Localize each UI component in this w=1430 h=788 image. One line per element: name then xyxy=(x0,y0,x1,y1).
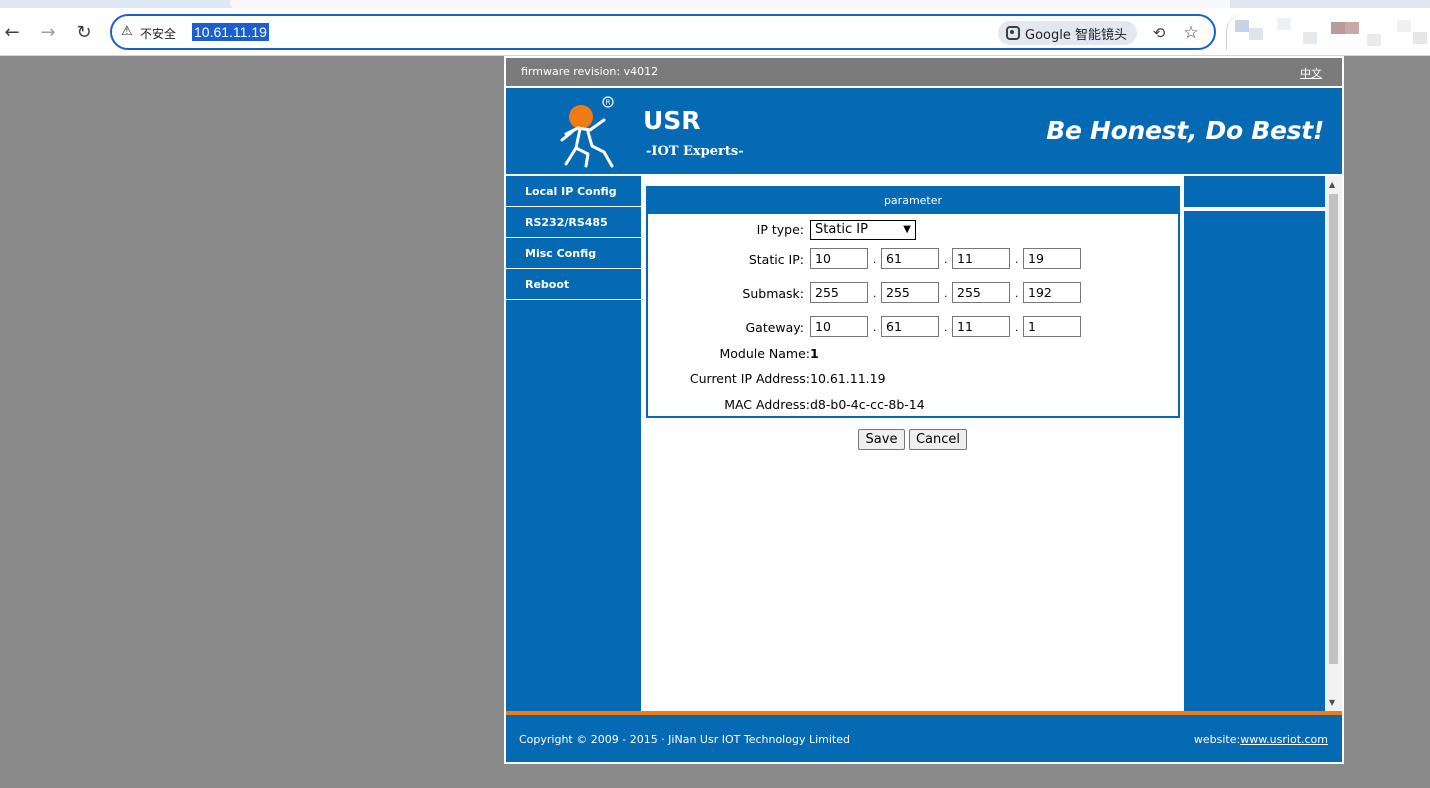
submask-row: Submask: 255 . 255 . 255 . 192 xyxy=(648,282,1178,306)
current-ip-row: Current IP Address: 10.61.11.19 xyxy=(648,367,1178,391)
static-ip-row: Static IP: 10 . 61 . 11 . 19 xyxy=(648,248,1178,272)
translate-icon[interactable]: ⟲ xyxy=(1148,22,1170,44)
scrollbar[interactable]: ▲ ▼ xyxy=(1325,176,1342,711)
save-button[interactable]: Save xyxy=(858,429,905,450)
lens-label: Google 智能镜头 xyxy=(1025,27,1127,43)
website-info: website:www.usriot.com xyxy=(1194,733,1328,746)
module-name-label: Module Name: xyxy=(719,346,810,361)
gateway-octet-2[interactable]: 61 xyxy=(881,316,939,337)
profile-avatar[interactable] xyxy=(1226,14,1430,50)
browser-toolbar: ← → ↻ ⚠ 不安全 10.61.11.19 Google 智能镜头 ⟲ ☆ xyxy=(0,8,1430,56)
scrollbar-thumb[interactable] xyxy=(1329,194,1338,664)
back-arrow-icon[interactable]: ← xyxy=(0,20,24,44)
parameter-title: parameter xyxy=(648,188,1178,214)
gateway-octet-3[interactable]: 11 xyxy=(952,316,1010,337)
static-ip-label: Static IP: xyxy=(748,252,804,267)
module-name-row: Module Name: 1 xyxy=(648,342,1178,366)
website-label: website: xyxy=(1193,733,1241,746)
firmware-version: v4012 xyxy=(623,65,659,78)
chevron-down-icon: ▼ xyxy=(903,224,911,235)
right-column-body xyxy=(1184,211,1325,711)
scroll-up-icon[interactable]: ▲ xyxy=(1329,180,1335,189)
static-ip-octet-4[interactable]: 19 xyxy=(1023,248,1081,269)
sidebar-item-misc-config[interactable]: Misc Config xyxy=(506,238,641,269)
reload-icon[interactable]: ↻ xyxy=(72,20,96,44)
brand-tagline: -IOT Experts- xyxy=(646,144,744,159)
static-ip-octet-2[interactable]: 61 xyxy=(881,248,939,269)
security-label[interactable]: 不安全 xyxy=(140,25,176,42)
svg-text:R: R xyxy=(606,99,611,107)
device-config-page: firmware revision: v4012 中文 R USR -IOT E… xyxy=(504,56,1344,764)
firmware-label: firmware revision: xyxy=(521,65,621,78)
lens-icon xyxy=(1006,26,1020,40)
brand-name: USR xyxy=(643,106,701,135)
current-ip-value: 10.61.11.19 xyxy=(810,371,886,386)
ip-type-row: IP type: Static IP ▼ xyxy=(648,218,1178,242)
warning-icon[interactable]: ⚠ xyxy=(121,24,137,40)
static-ip-octet-3[interactable]: 11 xyxy=(952,248,1010,269)
main-content: parameter IP type: Static IP ▼ Static IP… xyxy=(641,176,1184,711)
sidebar-item-rs232-rs485[interactable]: RS232/RS485 xyxy=(506,207,641,238)
sidebar-item-reboot[interactable]: Reboot xyxy=(506,269,641,300)
lens-button[interactable]: Google 智能镜头 xyxy=(998,21,1137,45)
static-ip-octet-1[interactable]: 10 xyxy=(810,248,868,269)
usr-logo-icon: R xyxy=(560,96,614,168)
gateway-octet-4[interactable]: 1 xyxy=(1023,316,1081,337)
header-banner: R USR -IOT Experts- Be Honest, Do Best! xyxy=(506,88,1342,174)
right-column-header xyxy=(1184,176,1325,207)
slogan: Be Honest, Do Best! xyxy=(1046,116,1324,145)
submask-label: Submask: xyxy=(742,286,804,301)
parameter-panel: parameter IP type: Static IP ▼ Static IP… xyxy=(646,186,1180,418)
sidebar-nav: Local IP Config RS232/RS485 Misc Config … xyxy=(506,176,641,711)
right-column xyxy=(1184,176,1327,711)
sidebar-item-local-ip-config[interactable]: Local IP Config xyxy=(506,176,641,207)
star-icon[interactable]: ☆ xyxy=(1180,22,1202,44)
scroll-down-icon[interactable]: ▼ xyxy=(1329,698,1335,707)
ip-type-value: Static IP xyxy=(815,222,868,237)
gateway-octet-1[interactable]: 10 xyxy=(810,316,868,337)
submask-octet-1[interactable]: 255 xyxy=(810,282,868,303)
mac-address-row: MAC Address: d8-b0-4c-cc-8b-14 xyxy=(648,393,1178,417)
submask-octet-2[interactable]: 255 xyxy=(881,282,939,303)
gateway-row: Gateway: 10 . 61 . 11 . 1 xyxy=(648,316,1178,340)
submask-octet-3[interactable]: 255 xyxy=(952,282,1010,303)
website-link[interactable]: www.usriot.com xyxy=(1240,733,1328,746)
cancel-button[interactable]: Cancel xyxy=(909,429,967,450)
current-ip-label: Current IP Address: xyxy=(689,371,810,386)
module-name-value: 1 xyxy=(810,346,819,361)
ip-type-label: IP type: xyxy=(756,222,804,237)
firmware-bar: firmware revision: v4012 中文 xyxy=(506,58,1342,86)
copyright-text: Copyright © 2009 - 2015 · JiNan Usr IOT … xyxy=(519,733,850,746)
language-link[interactable]: 中文 xyxy=(1300,65,1322,81)
submask-octet-4[interactable]: 192 xyxy=(1023,282,1081,303)
gateway-label: Gateway: xyxy=(745,320,804,335)
footer: Copyright © 2009 - 2015 · JiNan Usr IOT … xyxy=(506,711,1342,762)
mac-address-label: MAC Address: xyxy=(724,397,810,412)
address-bar[interactable]: ⚠ 不安全 10.61.11.19 Google 智能镜头 ⟲ ☆ xyxy=(110,14,1216,50)
forward-arrow-icon[interactable]: → xyxy=(36,20,60,44)
url-text[interactable]: 10.61.11.19 xyxy=(192,23,269,41)
mac-address-value: d8-b0-4c-cc-8b-14 xyxy=(810,397,925,412)
ip-type-select[interactable]: Static IP ▼ xyxy=(810,220,916,240)
